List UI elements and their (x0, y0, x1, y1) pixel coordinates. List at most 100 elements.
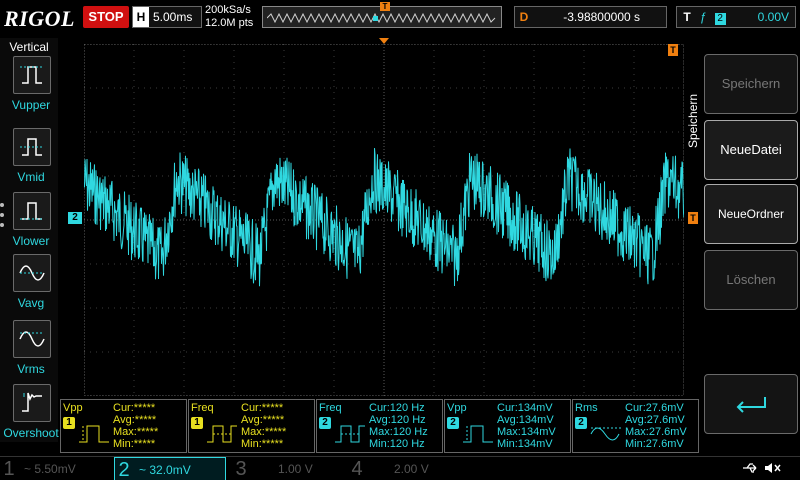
measurement-name: Vpp (447, 402, 467, 414)
rising-edge-icon: ƒ (700, 10, 707, 24)
measurement-value-row: Min:***** (241, 438, 284, 450)
measurement-source-badge: 2 (447, 417, 459, 429)
vlower-icon (13, 192, 51, 230)
menu-title: Speichern (686, 93, 700, 148)
measurement-vpp-ch2[interactable]: Vpp 2 Cur:134mV Avg:134mV Max:134mV Min:134mV (444, 399, 571, 453)
measurement-value-row: Avg:27.6mV (625, 414, 685, 426)
measurement-name: Vpp (63, 402, 83, 414)
measurement-value-row: Cur:***** (113, 402, 156, 414)
measurement-vpp-ch1[interactable]: Vpp 1 Cur:***** Avg:***** Max:***** Min:***** (60, 399, 187, 453)
trigger-position-marker: T (380, 2, 390, 11)
trigger-level-marker-top: T (668, 44, 678, 56)
measurement-name: Rms (575, 402, 598, 414)
channel2-trace (84, 148, 684, 287)
measurement-name: Freq (191, 402, 214, 414)
memory-waveform (267, 13, 496, 23)
menu-item-label: Vavg (17, 296, 45, 310)
measurement-value-row: Avg:***** (241, 414, 285, 426)
measurement-value-row: Max:***** (113, 426, 159, 438)
horizontal-label: H (133, 7, 149, 27)
measurement-value-row: Cur:120 Hz (369, 402, 425, 414)
rigol-logo: RIGOL (4, 6, 75, 31)
vrms-icon (13, 320, 51, 358)
graticule (84, 44, 684, 396)
run-stop-indicator[interactable]: STOP (83, 6, 129, 28)
channel-scale: ~ 32.0mV (139, 463, 191, 477)
menu-item-label: Vlower (12, 234, 50, 248)
channel-3-tab[interactable]: 3 1.00 V (232, 457, 342, 480)
memory-depth: 12.0M pts (205, 17, 254, 29)
channel-scale: ~ 5.50mV (24, 462, 76, 476)
menu-item-overshoot[interactable]: Overshoot (3, 384, 59, 446)
menu-item-label: Overshoot (3, 426, 59, 440)
channel-1-tab[interactable]: 1 ~ 5.50mV (0, 457, 112, 480)
measurement-freq-ch2[interactable]: Freq 2 Cur:120 Hz Avg:120 Hz Max:120 Hz Min:1… (316, 399, 443, 453)
menu-item-vupper[interactable]: Vupper (4, 56, 58, 118)
trigger-display[interactable]: T ƒ 2 0.00V (676, 6, 796, 28)
measurement-value-row: Min:***** (113, 438, 156, 450)
new-folder-button[interactable]: NeueOrdner (704, 184, 798, 244)
menu-title: Vertical (9, 40, 49, 54)
measurement-value-row: Max:***** (241, 426, 287, 438)
channel-scale: 1.00 V (278, 462, 313, 476)
menu-item-label: Vrms (17, 362, 45, 376)
new-file-button[interactable]: NeueDatei (704, 120, 798, 180)
page-indicator-dots (0, 203, 6, 233)
trigger-position-arrow (379, 38, 389, 44)
vavg-icon (13, 254, 51, 292)
measurement-values: Cur:120 Hz Avg:120 Hz Max:120 Hz Min:120 Hz (369, 402, 428, 450)
rms-icon (590, 427, 621, 441)
trigger-label: T (683, 10, 691, 24)
waveform-display[interactable] (84, 44, 684, 396)
vupper-icon (13, 56, 51, 94)
channel-status-bar: 1 ~ 5.50mV 2 ~ 32.0mV 3 1.00 V 4 2.00 V (0, 456, 800, 480)
measurement-values: Cur:27.6mV Avg:27.6mV Max:27.6mV Min:27.6mV (625, 402, 687, 450)
delete-button[interactable]: Löschen (704, 250, 798, 310)
measurement-value-row: Cur:134mV (497, 402, 553, 414)
menu-item-vmid[interactable]: Vmid (4, 128, 58, 190)
measurement-source-badge: 1 (191, 417, 203, 429)
channel-number: 3 (235, 458, 247, 480)
save-menu: Speichern Speichern NeueDatei NeueOrdner… (686, 38, 800, 442)
menu-item-vlower[interactable]: Vlower (4, 192, 58, 254)
measurement-values: Cur:***** Avg:***** Max:***** Min:***** (241, 402, 286, 450)
menu-item-label: Vupper (11, 98, 51, 112)
delay-label: D (519, 10, 529, 24)
top-status-bar: RIGOL STOP H 5.00ms 200kSa/s 12.0M pts T … (0, 0, 800, 36)
measurement-values: Cur:134mV Avg:134mV Max:134mV Min:134mV (497, 402, 556, 450)
measurement-freq-ch1[interactable]: Freq 1 Cur:***** Avg:***** Max:***** Min:****… (188, 399, 315, 453)
overshoot-icon (13, 384, 51, 422)
menu-item-label: Vmid (17, 170, 45, 184)
menu-item-vavg[interactable]: Vavg (4, 254, 58, 316)
memory-overview-bar[interactable]: T (262, 2, 502, 28)
measurement-value-row: Min:134mV (497, 438, 553, 450)
measurement-value-row: Max:120 Hz (369, 426, 428, 438)
measurement-value-row: Min:27.6mV (625, 438, 684, 450)
channel-2-tab[interactable]: 2 ~ 32.0mV (114, 457, 226, 480)
return-button[interactable] (704, 374, 798, 434)
usb-icon (742, 461, 760, 478)
menu-item-vrms[interactable]: Vrms (4, 320, 58, 382)
sound-muted-icon[interactable] (764, 461, 782, 478)
measurement-name: Freq (319, 402, 342, 414)
trigger-level: 0.00V (757, 10, 789, 24)
measurement-value-row: Max:27.6mV (625, 426, 687, 438)
save-button[interactable]: Speichern (704, 54, 798, 114)
measurement-source-badge: 2 (319, 417, 331, 429)
sample-rate: 200kSa/s (205, 4, 251, 16)
measurement-source-badge: 2 (575, 417, 587, 429)
measurement-value-row: Avg:***** (113, 414, 157, 426)
freq-icon (335, 425, 365, 443)
measurement-rms-ch2[interactable]: Rms 2 Cur:27.6mV Avg:27.6mV Max:27.6mV Min:27… (572, 399, 699, 453)
timebase-value: 5.00ms (153, 10, 193, 24)
timebase-display[interactable]: H 5.00ms (132, 6, 202, 28)
measurement-value-row: Max:134mV (497, 426, 556, 438)
channel-4-tab[interactable]: 4 2.00 V (348, 457, 460, 480)
measurement-value-row: Avg:120 Hz (369, 414, 426, 426)
channel2-offset-marker[interactable]: 2 (68, 212, 82, 224)
measurement-value-row: Cur:***** (241, 402, 284, 414)
return-arrow-icon (736, 396, 766, 413)
measurement-value-row: Cur:27.6mV (625, 402, 684, 414)
measurement-value-row: Avg:134mV (497, 414, 554, 426)
delay-display[interactable]: D -3.98800000 s (514, 6, 667, 28)
